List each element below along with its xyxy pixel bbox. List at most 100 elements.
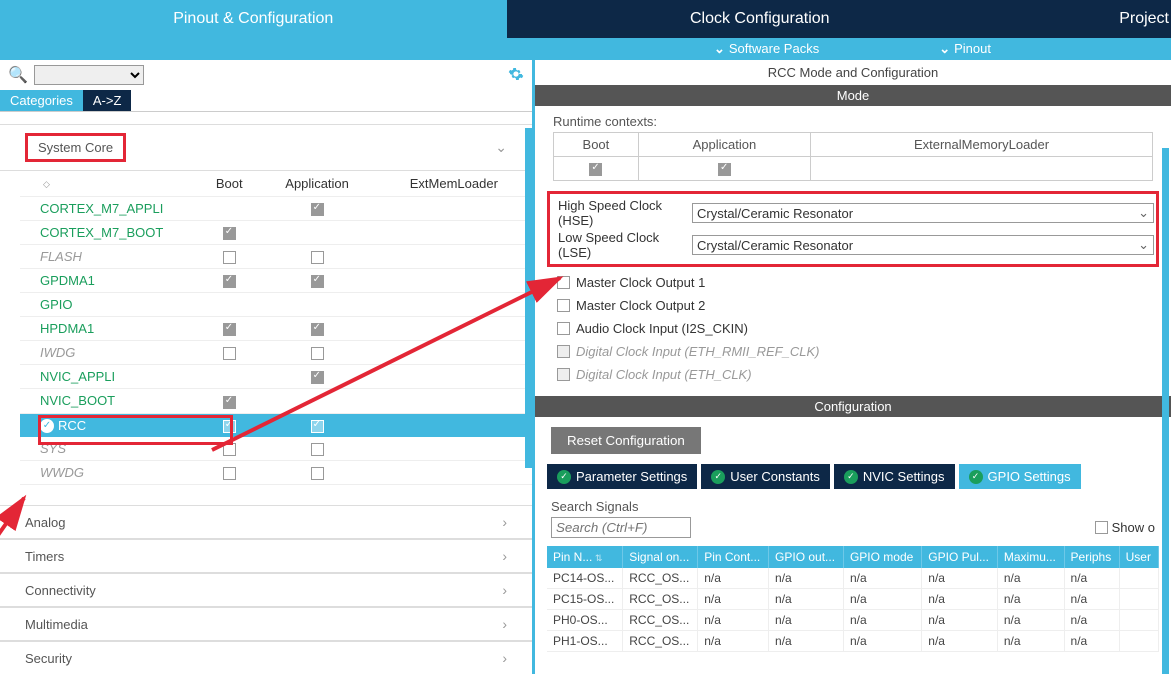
rt-boot-checkbox[interactable] bbox=[589, 163, 602, 176]
show-only-checkbox[interactable] bbox=[1095, 521, 1108, 534]
gpio-column-header[interactable]: Maximu... bbox=[997, 546, 1064, 568]
peripheral-row[interactable]: IWDG bbox=[20, 341, 532, 365]
chevron-right-icon: › bbox=[502, 514, 507, 530]
peripheral-row[interactable]: CORTEX_M7_APPLI bbox=[20, 197, 532, 221]
peripheral-checkbox[interactable] bbox=[223, 323, 236, 336]
chevron-right-icon: › bbox=[502, 548, 507, 564]
gpio-column-header[interactable]: Pin Cont... bbox=[698, 546, 769, 568]
chevron-right-icon: › bbox=[502, 616, 507, 632]
rt-ext-header: ExternalMemoryLoader bbox=[811, 133, 1153, 157]
tab-gpio-settings[interactable]: GPIO Settings bbox=[959, 464, 1081, 489]
peripheral-checkbox[interactable] bbox=[223, 227, 236, 240]
peripheral-checkbox[interactable] bbox=[223, 420, 236, 433]
col-application[interactable]: Application bbox=[259, 171, 376, 197]
peripheral-row[interactable]: CORTEX_M7_BOOT bbox=[20, 221, 532, 245]
gpio-column-header[interactable]: GPIO Pul... bbox=[922, 546, 998, 568]
audio-checkbox[interactable] bbox=[557, 322, 570, 335]
chevron-right-icon: › bbox=[502, 582, 507, 598]
gpio-column-header[interactable]: Pin N... bbox=[547, 546, 623, 568]
check-icon bbox=[711, 470, 725, 484]
tab-parameter-settings[interactable]: Parameter Settings bbox=[547, 464, 697, 489]
peripheral-row[interactable]: SYS bbox=[20, 437, 532, 461]
peripheral-row[interactable]: RCC bbox=[20, 413, 532, 437]
gpio-column-header[interactable]: User bbox=[1119, 546, 1158, 568]
reset-config-button[interactable]: Reset Configuration bbox=[551, 427, 701, 454]
main-tabs: Pinout & Configuration Clock Configurati… bbox=[0, 0, 1171, 38]
peripheral-checkbox[interactable] bbox=[311, 251, 324, 264]
rt-app-checkbox[interactable] bbox=[718, 163, 731, 176]
eth-clk-checkbox bbox=[557, 368, 570, 381]
tab-pinout-config[interactable]: Pinout & Configuration bbox=[0, 0, 507, 38]
gpio-column-header[interactable]: Periphs bbox=[1064, 546, 1119, 568]
audio-label: Audio Clock Input (I2S_CKIN) bbox=[576, 321, 748, 336]
peripheral-checkbox[interactable] bbox=[311, 467, 324, 480]
gpio-row[interactable]: PC14-OS...RCC_OS...n/an/an/an/an/an/a bbox=[547, 568, 1159, 589]
category-security[interactable]: Security› bbox=[0, 641, 532, 674]
peripheral-checkbox[interactable] bbox=[223, 443, 236, 456]
subtab-pinout[interactable]: Pinout bbox=[879, 41, 1051, 57]
peripheral-checkbox[interactable] bbox=[223, 347, 236, 360]
peripheral-checkbox[interactable] bbox=[311, 203, 324, 216]
gpio-row[interactable]: PH1-OS...RCC_OS...n/an/an/an/an/an/a bbox=[547, 631, 1159, 652]
lse-select[interactable]: Crystal/Ceramic Resonator bbox=[692, 235, 1154, 255]
col-extmemloader[interactable]: ExtMemLoader bbox=[376, 171, 532, 197]
peripheral-checkbox[interactable] bbox=[311, 347, 324, 360]
gpio-column-header[interactable]: Signal on... bbox=[623, 546, 698, 568]
category-multimedia[interactable]: Multimedia› bbox=[0, 607, 532, 641]
peripheral-checkbox[interactable] bbox=[223, 251, 236, 264]
peripheral-checkbox[interactable] bbox=[311, 323, 324, 336]
peripheral-row[interactable]: FLASH bbox=[20, 245, 532, 269]
peripheral-row[interactable]: HPDMA1 bbox=[20, 317, 532, 341]
peripheral-checkbox[interactable] bbox=[311, 420, 324, 433]
category-analog[interactable]: Analog› bbox=[0, 505, 532, 539]
hse-label: High Speed Clock (HSE) bbox=[552, 198, 692, 228]
peripheral-checkbox[interactable] bbox=[223, 467, 236, 480]
category-system-core[interactable]: System Core ⌄ bbox=[0, 124, 532, 171]
filter-az[interactable]: A->Z bbox=[83, 90, 132, 111]
gpio-row[interactable]: PC15-OS...RCC_OS...n/an/an/an/an/an/a bbox=[547, 589, 1159, 610]
category-timers[interactable]: Timers› bbox=[0, 539, 532, 573]
search-signals-input[interactable] bbox=[551, 517, 691, 538]
peripheral-checkbox[interactable] bbox=[223, 275, 236, 288]
peripheral-checkbox[interactable] bbox=[311, 443, 324, 456]
subtab-software-packs[interactable]: Software Packs bbox=[654, 41, 879, 57]
category-connectivity[interactable]: Connectivity› bbox=[0, 573, 532, 607]
tab-clock-config[interactable]: Clock Configuration bbox=[507, 0, 1014, 38]
peripheral-row[interactable]: NVIC_BOOT bbox=[20, 389, 532, 413]
gpio-column-header[interactable]: GPIO out... bbox=[769, 546, 844, 568]
scrollbar-config[interactable] bbox=[1162, 417, 1169, 674]
check-circle-icon bbox=[40, 419, 54, 433]
peripheral-row[interactable]: WWDG bbox=[20, 461, 532, 485]
check-icon bbox=[969, 470, 983, 484]
peripheral-row[interactable]: GPDMA1 bbox=[20, 269, 532, 293]
hse-select[interactable]: Crystal/Ceramic Resonator bbox=[692, 203, 1154, 223]
search-icon: 🔍 bbox=[8, 65, 28, 85]
sort-indicator-icon[interactable] bbox=[40, 176, 50, 191]
gpio-table: Pin N...Signal on...Pin Cont...GPIO out.… bbox=[547, 546, 1159, 652]
mco1-checkbox[interactable] bbox=[557, 276, 570, 289]
scrollbar-left[interactable] bbox=[525, 128, 532, 468]
runtime-contexts-table: Boot Application ExternalMemoryLoader bbox=[553, 132, 1153, 181]
clock-settings-highlight: High Speed Clock (HSE) Crystal/Ceramic R… bbox=[547, 191, 1159, 267]
check-icon bbox=[557, 470, 571, 484]
tab-user-constants[interactable]: User Constants bbox=[701, 464, 830, 489]
check-icon bbox=[844, 470, 858, 484]
peripheral-checkbox[interactable] bbox=[223, 396, 236, 409]
gpio-row[interactable]: PH0-OS...RCC_OS...n/an/an/an/an/an/a bbox=[547, 610, 1159, 631]
peripheral-row[interactable]: GPIO bbox=[20, 293, 532, 317]
settings-icon[interactable] bbox=[508, 66, 524, 85]
peripheral-checkbox[interactable] bbox=[311, 371, 324, 384]
col-boot[interactable]: Boot bbox=[200, 171, 259, 197]
mco2-label: Master Clock Output 2 bbox=[576, 298, 705, 313]
rt-boot-header: Boot bbox=[554, 133, 639, 157]
tab-project[interactable]: Project bbox=[1013, 0, 1171, 38]
search-select[interactable] bbox=[34, 65, 144, 85]
mco2-checkbox[interactable] bbox=[557, 299, 570, 312]
peripheral-checkbox[interactable] bbox=[311, 275, 324, 288]
filter-categories[interactable]: Categories bbox=[0, 90, 83, 111]
rcc-title: RCC Mode and Configuration bbox=[535, 60, 1171, 85]
gpio-column-header[interactable]: GPIO mode bbox=[843, 546, 921, 568]
peripheral-row[interactable]: NVIC_APPLI bbox=[20, 365, 532, 389]
show-only-label: Show o bbox=[1112, 520, 1155, 535]
tab-nvic-settings[interactable]: NVIC Settings bbox=[834, 464, 955, 489]
